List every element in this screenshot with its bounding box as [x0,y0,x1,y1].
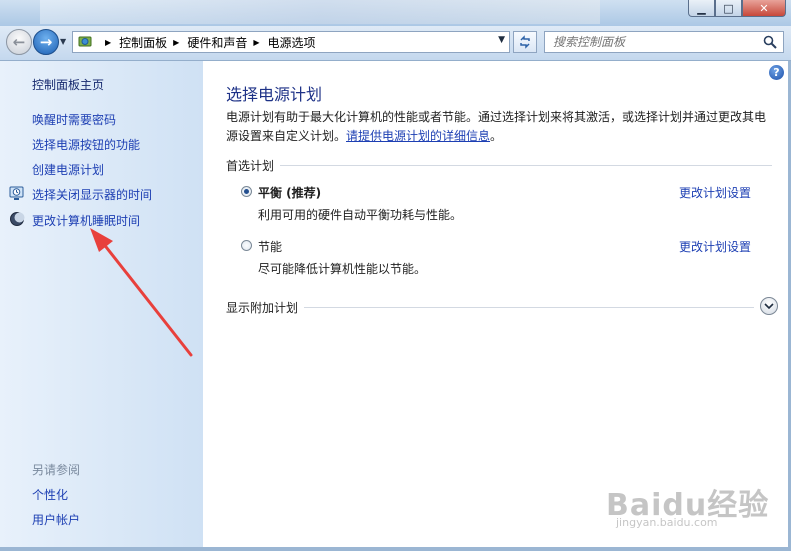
plan-details-link[interactable]: 请提供电源计划的详细信息 [346,129,490,143]
forward-button[interactable]: → [33,29,59,55]
plan-power-saver-radio[interactable] [241,240,252,251]
breadcrumb-item-control-panel[interactable]: 控制面板 [119,34,167,51]
refresh-button[interactable] [513,31,537,53]
additional-plans-section: 显示附加计划 [226,299,754,316]
help-icon[interactable]: ? [769,65,784,80]
section-divider [304,307,754,308]
sidebar: 控制面板主页 唤醒时需要密码 选择电源按钮的功能 创建电源计划 选择关闭显示器的… [0,61,203,547]
expand-additional-plans-button[interactable] [760,297,778,315]
plan-power-saver-change-settings-link[interactable]: 更改计划设置 [679,238,751,255]
page-title: 选择电源计划 [226,85,323,104]
intro-text: 电源计划有助于最大化计算机的性能或者节能。通过选择计划来将其激活，或选择计划并通… [226,108,771,146]
maximize-button[interactable]: □ [715,0,742,17]
sidebar-item-user-accounts[interactable]: 用户帐户 [32,511,80,528]
breadcrumb: ▶ 控制面板 ▶ 硬件和声音 ▶ 电源选项 [99,34,316,51]
sidebar-item-display-off-time[interactable]: 选择关闭显示器的时间 [32,186,152,203]
preferred-plans-section: 首选计划 [226,157,772,174]
breadcrumb-separator-icon[interactable]: ▶ [253,38,259,47]
title-bar: ▁ □ ✕ [0,0,791,28]
back-button[interactable]: ← [6,29,32,55]
additional-plans-label[interactable]: 显示附加计划 [226,299,298,316]
section-divider [280,165,772,166]
see-also-heading: 另请参阅 [32,463,81,477]
main-content: ? 选择电源计划 电源计划有助于最大化计算机的性能或者节能。通过选择计划来将其激… [203,61,788,547]
sidebar-item-create-plan[interactable]: 创建电源计划 [32,161,104,178]
sidebar-item-power-buttons[interactable]: 选择电源按钮的功能 [32,136,140,153]
close-button[interactable]: ✕ [742,0,786,17]
window-controls: ▁ □ ✕ [688,0,786,17]
breadcrumb-separator-icon: ▶ [105,37,112,47]
plan-power-saver-name[interactable]: 节能 [258,238,282,255]
sidebar-home-link[interactable]: 控制面板主页 [32,76,104,93]
chevron-down-icon [764,303,774,310]
address-dropdown-icon[interactable]: ▼ [498,35,505,45]
search-input[interactable] [545,34,755,50]
preferred-plans-label: 首选计划 [226,159,275,173]
plan-balanced-change-settings-link[interactable]: 更改计划设置 [679,184,751,201]
breadcrumb-item-hardware-sound[interactable]: 硬件和声音 [187,34,247,51]
breadcrumb-separator-icon[interactable]: ▶ [173,38,179,47]
navigation-bar: ← → ▼ ▶ 控制面板 ▶ 硬件和声音 ▶ 电源选项 ▼ [0,26,791,61]
plan-balanced-radio[interactable] [241,186,252,197]
recent-pages-dropdown-icon[interactable]: ▼ [60,37,66,46]
sidebar-item-personalization[interactable]: 个性化 [32,486,68,503]
intro-end: 。 [490,129,503,143]
watermark-url: jingyan.baidu.com [616,516,718,529]
search-box[interactable] [544,31,784,53]
sidebar-item-wake-password[interactable]: 唤醒时需要密码 [32,111,116,128]
window-frame-bottom [0,547,791,551]
plan-power-saver-description: 尽可能降低计算机性能以节能。 [258,262,427,276]
sidebar-item-sleep-time[interactable]: 更改计算机睡眠时间 [32,212,140,229]
control-panel-icon [78,36,92,47]
moon-icon [10,212,25,226]
breadcrumb-item-power-options[interactable]: 电源选项 [268,34,316,51]
address-bar[interactable]: ▶ 控制面板 ▶ 硬件和声音 ▶ 电源选项 ▼ [72,31,510,53]
search-icon[interactable] [763,35,777,49]
title-bar-background [40,0,600,24]
plan-balanced-description: 利用可用的硬件自动平衡功耗与性能。 [258,208,463,222]
refresh-icon [520,35,530,49]
baidu-watermark: Baidu经验 jingyan.baidu.com [606,480,769,529]
monitor-clock-icon [9,186,24,200]
plan-balanced-name[interactable]: 平衡 (推荐) [258,184,321,201]
minimize-button[interactable]: ▁ [688,0,715,17]
